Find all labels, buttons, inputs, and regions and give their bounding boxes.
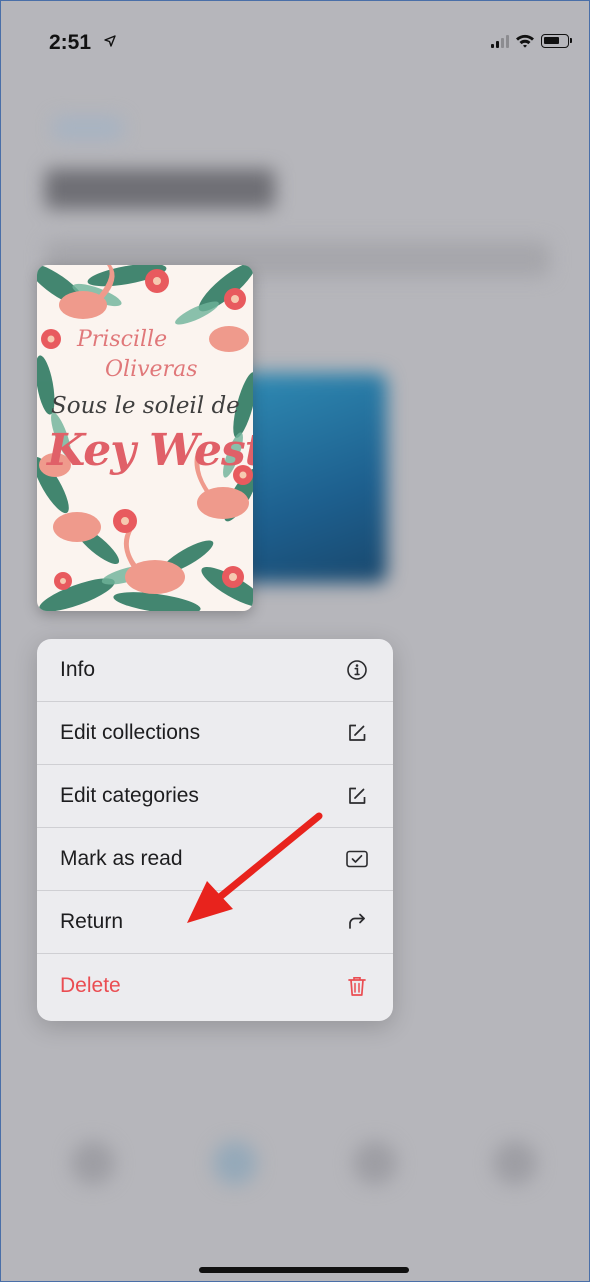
return-arrow-icon: [345, 910, 369, 934]
menu-item-label: Return: [60, 910, 124, 933]
background-book: [239, 373, 387, 583]
cellular-signal-icon: [491, 34, 509, 48]
edit-square-icon: [345, 721, 369, 745]
book-cover[interactable]: Priscille Oliveras Sous le soleil de Key…: [37, 265, 253, 611]
menu-item-return[interactable]: Return: [37, 891, 393, 954]
menu-item-edit-categories[interactable]: Edit categories: [37, 765, 393, 828]
edit-square-icon: [345, 784, 369, 808]
book-subtitle: Sous le soleil de: [51, 393, 240, 419]
menu-item-edit-collections[interactable]: Edit collections: [37, 702, 393, 765]
battery-icon: [541, 33, 572, 48]
menu-item-mark-as-read[interactable]: Mark as read: [37, 828, 393, 891]
menu-item-label: Delete: [60, 973, 121, 997]
trash-icon: [345, 974, 369, 998]
info-circle-icon: [345, 658, 369, 682]
status-time: 2:51: [49, 31, 92, 54]
home-indicator[interactable]: [199, 1267, 409, 1273]
phone-screen: 2:51 Priscille Oliveras Sous le soleil d…: [0, 0, 590, 1282]
background-tab-icon: [213, 1141, 257, 1185]
menu-item-label: Info: [60, 658, 96, 681]
book-title: Key West: [47, 425, 253, 476]
background-tab-icon: [353, 1141, 397, 1185]
menu-item-info[interactable]: Info: [37, 639, 393, 702]
status-indicators: [491, 33, 572, 48]
background-nav-link: [53, 117, 123, 139]
wifi-icon: [516, 34, 534, 48]
background-tab-icon: [493, 1141, 537, 1185]
checkbox-check-icon: [345, 847, 369, 871]
background-tab-icon: [71, 1141, 115, 1185]
book-author-first-name: Priscille: [77, 327, 168, 352]
menu-item-label: Mark as read: [60, 847, 183, 870]
book-author-last-name: Oliveras: [105, 357, 198, 382]
menu-item-label: Edit categories: [60, 784, 199, 807]
menu-item-label: Edit collections: [60, 721, 201, 744]
background-title: [45, 169, 275, 209]
location-arrow-icon: [104, 35, 116, 47]
menu-item-delete[interactable]: Delete: [37, 954, 393, 1017]
book-context-menu: Info Edit collections Edit categories Ma…: [37, 639, 393, 1021]
